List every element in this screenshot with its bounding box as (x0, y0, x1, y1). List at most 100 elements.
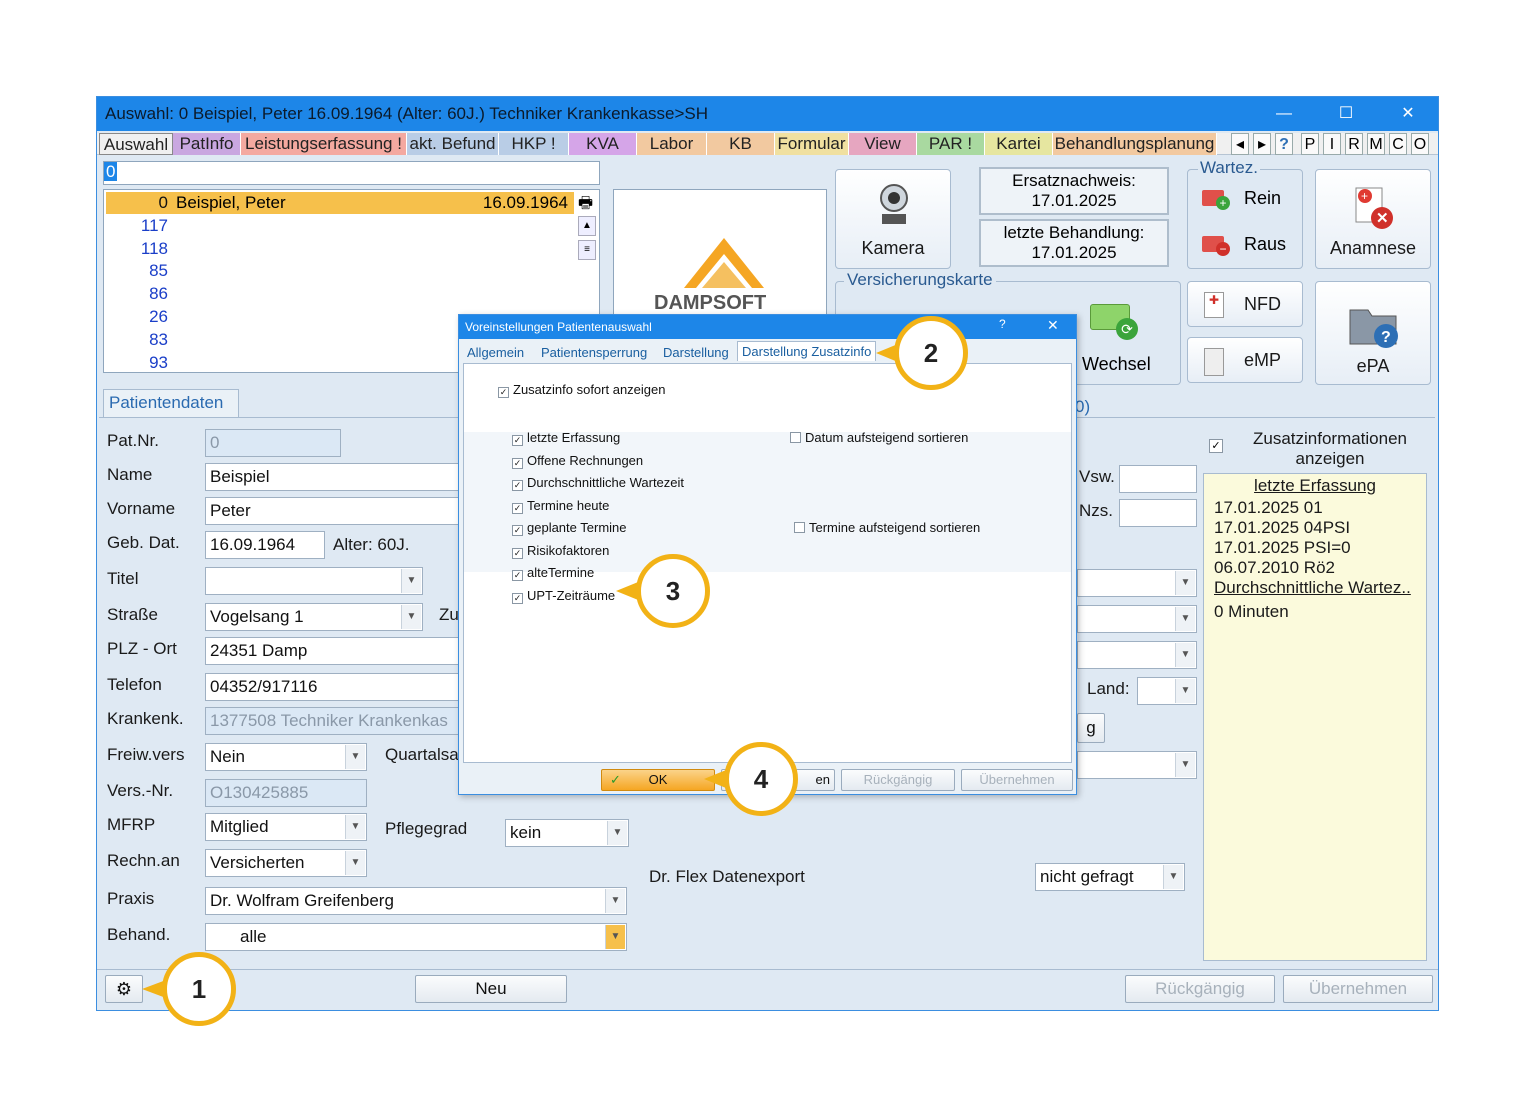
dialog-tab-darstellung-zusatzinfo[interactable]: Darstellung Zusatzinfo (737, 341, 877, 361)
tab-letter-p[interactable]: P (1301, 133, 1319, 155)
dropdown-arrow-icon[interactable]: ▼ (345, 815, 365, 839)
dialog-uebernehmen-button[interactable]: Übernehmen (961, 769, 1073, 791)
dialog-close-button[interactable]: ✕ (1047, 317, 1059, 334)
patient-list-row[interactable]: 117 (106, 215, 574, 237)
zusatzinfo-wartezeit-link[interactable]: Durchschnittliche Wartez.. (1214, 578, 1411, 598)
tab-formular[interactable]: Formular (775, 133, 849, 155)
drflex-combo[interactable]: nicht gefragt ▼ (1035, 863, 1185, 891)
patient-list-row[interactable]: 85 (106, 260, 574, 282)
tab-patinfo[interactable]: PatInfo (173, 133, 241, 155)
tab-letter-o[interactable]: O (1411, 133, 1429, 155)
plzort-input[interactable]: 24351 Damp (205, 637, 459, 665)
close-button[interactable]: ✕ (1385, 97, 1431, 131)
dropdown-arrow-icon[interactable]: ▼ (605, 889, 625, 913)
patient-list-row[interactable]: 86 (106, 283, 574, 305)
tab-labor[interactable]: Labor (637, 133, 707, 155)
dialog-tab-darstellung[interactable]: Darstellung (663, 343, 729, 363)
gebdat-input[interactable]: 16.09.1964 (205, 531, 325, 559)
vsw-input[interactable] (1119, 465, 1197, 493)
tab-behandlungsplanung[interactable]: Behandlungsplanung (1053, 133, 1217, 155)
rechnan-input[interactable]: Versicherten ▼ (205, 849, 367, 877)
tab-next-button[interactable]: ▸ (1253, 133, 1271, 155)
dialog-rueckgaengig-button[interactable]: Rückgängig (841, 769, 955, 791)
tab-patientendaten[interactable]: Patientendaten (103, 389, 239, 417)
dropdown-arrow-icon[interactable]: ▼ (345, 851, 365, 875)
tab-auswahl[interactable]: Auswahl (99, 133, 173, 155)
zusatzinfo-option-checkbox[interactable]: ✓ letzte Erfassung (512, 430, 620, 446)
vorname-input[interactable]: Peter (205, 497, 459, 525)
tab-hkp[interactable]: HKP ! (499, 133, 569, 155)
raus-button[interactable]: Raus (1244, 234, 1286, 255)
scroll-up-button[interactable]: ▲ (578, 216, 596, 236)
minimize-button[interactable]: — (1261, 97, 1307, 131)
tab-letter-c[interactable]: C (1389, 133, 1407, 155)
right-combo-2[interactable]: ▼ (1077, 605, 1197, 633)
rein-button[interactable]: Rein (1244, 188, 1281, 209)
neu-button[interactable]: Neu (415, 975, 567, 1003)
emp-button[interactable]: eMP (1187, 337, 1303, 383)
help-icon[interactable]: ? (1275, 133, 1293, 155)
zusatzinfo-option-checkbox[interactable]: ✓ Durchschnittliche Wartezeit (512, 475, 684, 491)
land-combo[interactable]: ▼ (1137, 677, 1197, 705)
tab-view[interactable]: View (849, 133, 917, 155)
anamnese-button[interactable]: + ✕ Anamnese (1315, 169, 1431, 269)
settings-gear-icon[interactable]: ⚙ (105, 975, 143, 1003)
strasse-input[interactable]: Vogelsang 1 ▼ (205, 603, 423, 631)
tab-kb[interactable]: KB (707, 133, 775, 155)
list-icon[interactable]: ≡ (578, 240, 596, 260)
tab-par[interactable]: PAR ! (917, 133, 985, 155)
tab-leistungserfassung[interactable]: Leistungserfassung ! (241, 133, 407, 155)
kamera-button[interactable]: Kamera (835, 169, 951, 269)
partial-button[interactable]: g (1077, 713, 1105, 743)
tab-letter-r[interactable]: R (1345, 133, 1363, 155)
tab-akt-befund[interactable]: akt. Befund (407, 133, 499, 155)
tab-kartei[interactable]: Kartei (985, 133, 1053, 155)
dialog-tab-patientensperrung[interactable]: Patientensperrung (541, 343, 647, 363)
tab-prev-button[interactable]: ◂ (1231, 133, 1249, 155)
printer-icon[interactable]: 🖶 (578, 192, 598, 212)
right-combo-4[interactable]: ▼ (1077, 751, 1197, 779)
krankenk-input[interactable]: 1377508 Techniker Krankenkas (205, 707, 459, 735)
nfd-button[interactable]: ✚ NFD (1187, 281, 1303, 327)
termine-sort-checkbox[interactable]: Termine aufsteigend sortieren (794, 520, 980, 535)
uebernehmen-button[interactable]: Übernehmen (1283, 975, 1433, 1003)
tab-letter-i[interactable]: I (1323, 133, 1341, 155)
rueckgaengig-button[interactable]: Rückgängig (1125, 975, 1275, 1003)
epa-button[interactable]: ? ePA (1315, 281, 1431, 385)
wechsel-button[interactable]: Wechsel (1082, 354, 1151, 375)
zusatzinfo-heading[interactable]: letzte Erfassung (1204, 476, 1426, 496)
zusatzinfo-option-checkbox[interactable]: ✓ Termine heute (512, 498, 609, 514)
praxis-input[interactable]: Dr. Wolfram Greifenberg ▼ (205, 887, 627, 915)
dialog-help-button[interactable]: ? (999, 317, 1006, 331)
patient-list-row[interactable]: 118 (106, 238, 574, 260)
titel-input[interactable]: ▼ (205, 567, 423, 595)
telefon-input[interactable]: 04352/917116 (205, 673, 459, 701)
dialog-tab-allgemein[interactable]: Allgemein (467, 343, 524, 363)
zusatzinfo-option-checkbox[interactable]: ✓ Offene Rechnungen (512, 453, 643, 469)
pflegegrad-combo[interactable]: kein ▼ (505, 819, 629, 847)
behand-input[interactable]: alle ▼ (205, 923, 627, 951)
patient-list-row[interactable]: 0 Beispiel, Peter 16.09.1964 (106, 192, 574, 214)
zusatzinfo-option-checkbox[interactable]: ✓ Risikofaktoren (512, 543, 609, 559)
mfrp-input[interactable]: Mitglied ▼ (205, 813, 367, 841)
right-combo-1[interactable]: ▼ (1077, 569, 1197, 597)
versnr-input[interactable]: O130425885 (205, 779, 367, 807)
nzs-input[interactable] (1119, 499, 1197, 527)
dropdown-arrow-icon[interactable]: ▼ (605, 925, 625, 949)
tab-letter-m[interactable]: M (1367, 133, 1385, 155)
dropdown-arrow-icon[interactable]: ▼ (401, 569, 421, 593)
maximize-button[interactable]: ☐ (1323, 97, 1369, 131)
name-input[interactable]: Beispiel (205, 463, 459, 491)
zusatzinfo-option-checkbox[interactable]: ✓ geplante Termine (512, 520, 627, 536)
datum-sort-checkbox[interactable]: Datum aufsteigend sortieren (790, 430, 968, 445)
tab-kva[interactable]: KVA (569, 133, 637, 155)
right-combo-3[interactable]: ▼ (1077, 641, 1197, 669)
sofort-checkbox[interactable]: ✓ Zusatzinfo sofort anzeigen (498, 382, 665, 398)
zusatzinfo-option-checkbox[interactable]: ✓ UPT-Zeiträume (512, 588, 615, 604)
dropdown-arrow-icon[interactable]: ▼ (401, 605, 421, 629)
freiw-input[interactable]: Nein ▼ (205, 743, 367, 771)
zusatzinfo-checkbox[interactable]: ✓ (1209, 439, 1223, 453)
ok-button[interactable]: ✓ OK (601, 769, 715, 791)
zusatzinfo-option-checkbox[interactable]: ✓ alteTermine (512, 565, 594, 581)
dropdown-arrow-icon[interactable]: ▼ (345, 745, 365, 769)
